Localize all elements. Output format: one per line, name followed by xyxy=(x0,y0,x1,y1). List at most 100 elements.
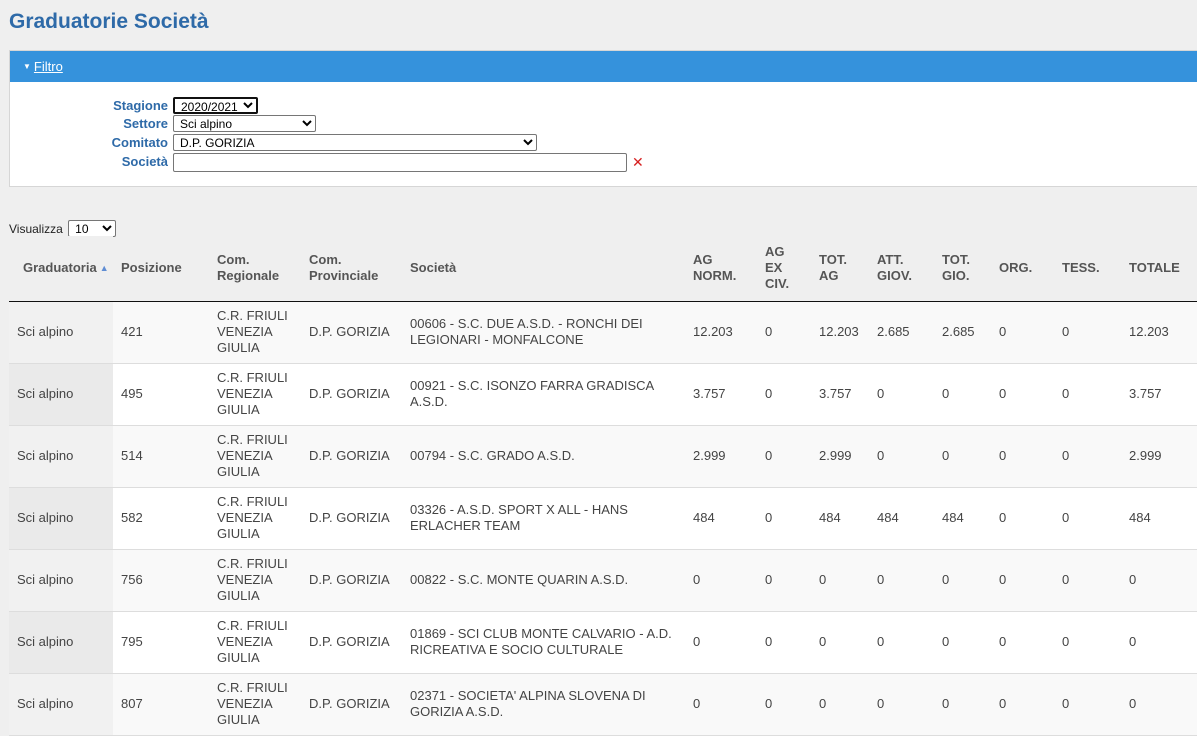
column-header-text: AG xyxy=(765,244,785,260)
column-header-text: ATT. xyxy=(877,252,904,268)
column-header-text: GIO. xyxy=(942,268,970,284)
cell-org: 0 xyxy=(991,301,1054,364)
column-header-text: AG xyxy=(693,252,713,268)
cell-ag-ex-civ: 0 xyxy=(757,673,811,736)
cell-att-giov: 2.685 xyxy=(869,301,934,364)
table-header-row: Graduatoria ▲ Posizione Com. Regionale Com. Pr… xyxy=(9,236,1197,302)
filter-toggle-bar[interactable]: ▼ Filtro xyxy=(10,51,1197,82)
cell-graduatoria: Sci alpino xyxy=(9,425,113,488)
column-header-posizione[interactable]: Posizione xyxy=(113,236,209,302)
table-row: Sci alpino 421 C.R. FRIULI VENEZIA GIULIA D… xyxy=(9,301,1197,364)
cell-ag-ex-civ: 0 xyxy=(757,549,811,612)
cell-societa: 02371 - SOCIETA' ALPINA SLOVENA DI GORIZ… xyxy=(402,673,685,736)
cell-graduatoria: Sci alpino xyxy=(9,301,113,364)
column-header-text: ORG. xyxy=(999,260,1033,276)
cell-societa: 00921 - S.C. ISONZO FARRA GRADISCA A.S.D… xyxy=(402,363,685,426)
cell-org: 0 xyxy=(991,549,1054,612)
cell-tot-ag: 12.203 xyxy=(811,301,869,364)
cell-att-giov: 0 xyxy=(869,611,934,674)
cell-org: 0 xyxy=(991,611,1054,674)
cell-com-provinciale: D.P. GORIZIA xyxy=(301,301,402,364)
cell-tot-ag: 484 xyxy=(811,487,869,550)
column-header-text: Graduatoria xyxy=(23,260,97,276)
column-header-text: AG xyxy=(819,268,839,284)
filter-panel: ▼ Filtro Stagione 2020/2021 Settore Sci a… xyxy=(9,50,1197,187)
cell-tot-gio: 2.685 xyxy=(934,301,991,364)
table-row: Sci alpino 514 C.R. FRIULI VENEZIA GIULIA D… xyxy=(9,425,1197,488)
cell-tess: 0 xyxy=(1054,549,1121,612)
page-size-label: Visualizza xyxy=(9,222,63,236)
cell-ag-norm: 0 xyxy=(685,611,757,674)
cell-tot-gio: 484 xyxy=(934,487,991,550)
cell-org: 0 xyxy=(991,487,1054,550)
column-header-com-provinciale[interactable]: Com. Provinciale xyxy=(301,236,402,302)
cell-att-giov: 0 xyxy=(869,425,934,488)
column-header-text: Regionale xyxy=(217,268,280,284)
column-header-societa[interactable]: Società xyxy=(402,236,685,302)
cell-tess: 0 xyxy=(1054,673,1121,736)
cell-totale: 0 xyxy=(1121,549,1197,612)
sort-ascending-icon: ▲ xyxy=(99,263,109,274)
cell-graduatoria: Sci alpino xyxy=(9,611,113,674)
column-header-text: TOT. xyxy=(819,252,847,268)
sector-label: Settore xyxy=(123,116,168,131)
cell-societa: 00606 - S.C. DUE A.S.D. - RONCHI DEI LEG… xyxy=(402,301,685,364)
column-header-tess[interactable]: TESS. xyxy=(1054,236,1121,302)
committee-select[interactable]: D.P. GORIZIA xyxy=(173,134,537,151)
season-select[interactable]: 2020/2021 xyxy=(173,97,258,114)
column-header-com-regionale[interactable]: Com. Regionale xyxy=(209,236,301,302)
column-header-text: Com. xyxy=(217,252,250,268)
cell-posizione: 514 xyxy=(113,425,209,488)
cell-posizione: 495 xyxy=(113,363,209,426)
column-header-att-giov[interactable]: ATT. GIOV. xyxy=(869,236,934,302)
column-header-text: TESS. xyxy=(1062,260,1100,276)
filter-toggle-link[interactable]: Filtro xyxy=(34,59,63,74)
cell-att-giov: 484 xyxy=(869,487,934,550)
cell-ag-norm: 484 xyxy=(685,487,757,550)
column-header-text: GIOV. xyxy=(877,268,912,284)
cell-posizione: 807 xyxy=(113,673,209,736)
cell-ag-norm: 2.999 xyxy=(685,425,757,488)
column-header-text: NORM. xyxy=(693,268,737,284)
cell-org: 0 xyxy=(991,425,1054,488)
column-header-ag-ex-civ[interactable]: AG EX CIV. xyxy=(757,236,811,302)
cell-com-regionale: C.R. FRIULI VENEZIA GIULIA xyxy=(209,611,301,674)
cell-att-giov: 0 xyxy=(869,363,934,426)
column-header-text: EX xyxy=(765,260,783,276)
cell-posizione: 795 xyxy=(113,611,209,674)
cell-org: 0 xyxy=(991,673,1054,736)
sector-select[interactable]: Sci alpino xyxy=(173,115,316,132)
column-header-graduatoria[interactable]: Graduatoria ▲ xyxy=(9,236,113,302)
cell-ag-ex-civ: 0 xyxy=(757,487,811,550)
column-header-org[interactable]: ORG. xyxy=(991,236,1054,302)
column-header-tot-ag[interactable]: TOT. AG xyxy=(811,236,869,302)
cell-graduatoria: Sci alpino xyxy=(9,363,113,426)
cell-totale: 0 xyxy=(1121,611,1197,674)
cell-com-regionale: C.R. FRIULI VENEZIA GIULIA xyxy=(209,487,301,550)
cell-tot-gio: 0 xyxy=(934,363,991,426)
page-size-select[interactable]: 10 xyxy=(68,220,117,237)
column-header-tot-gio[interactable]: TOT. GIO. xyxy=(934,236,991,302)
column-header-text: Posizione xyxy=(121,260,182,276)
column-header-text: CIV. xyxy=(765,276,790,292)
table-row: Sci alpino 756 C.R. FRIULI VENEZIA GIULIA D… xyxy=(9,549,1197,612)
cell-totale: 484 xyxy=(1121,487,1197,550)
column-header-text: Società xyxy=(410,260,457,276)
cell-tot-ag: 3.757 xyxy=(811,363,869,426)
table-row: Sci alpino 495 C.R. FRIULI VENEZIA GIULIA D… xyxy=(9,363,1197,426)
cell-societa: 00822 - S.C. MONTE QUARIN A.S.D. xyxy=(402,549,685,612)
cell-com-provinciale: D.P. GORIZIA xyxy=(301,549,402,612)
table-row: Sci alpino 807 C.R. FRIULI VENEZIA GIULIA D… xyxy=(9,673,1197,736)
column-header-ag-norm[interactable]: AG NORM. xyxy=(685,236,757,302)
cell-tot-gio: 0 xyxy=(934,425,991,488)
cell-totale: 0 xyxy=(1121,673,1197,736)
cell-posizione: 421 xyxy=(113,301,209,364)
column-header-totale[interactable]: TOTALE xyxy=(1121,236,1197,302)
table-row: Sci alpino 582 C.R. FRIULI VENEZIA GIULIA D… xyxy=(9,487,1197,550)
clear-icon[interactable]: ✕ xyxy=(632,155,644,169)
cell-org: 0 xyxy=(991,363,1054,426)
cell-com-regionale: C.R. FRIULI VENEZIA GIULIA xyxy=(209,363,301,426)
cell-ag-norm: 0 xyxy=(685,549,757,612)
cell-totale: 3.757 xyxy=(1121,363,1197,426)
society-input[interactable] xyxy=(173,153,627,172)
